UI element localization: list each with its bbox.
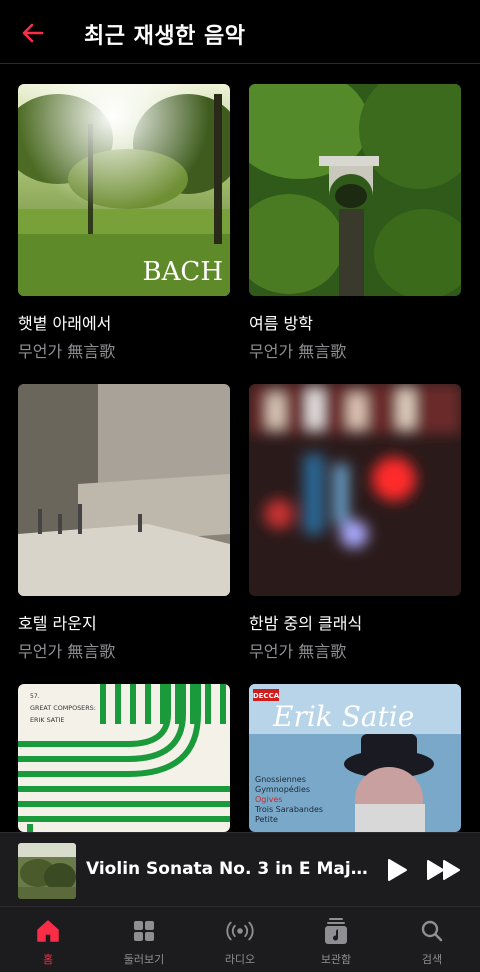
album-artwork[interactable] <box>18 384 230 596</box>
album-artist: 무언가 無言歌 <box>249 642 347 661</box>
album-art-text: BACH <box>143 257 223 287</box>
now-playing-artwork[interactable] <box>18 843 76 899</box>
search-icon <box>418 917 446 945</box>
browse-grid-icon <box>130 917 158 945</box>
album-artist: 무언가 無言歌 <box>18 642 116 661</box>
tab-bar: 홈 둘러보기 라디오 보관함 검색 <box>0 906 480 972</box>
album-card[interactable]: 한밤 중의 클래식 무언가 無言歌 <box>249 384 461 661</box>
album-art-composer: ERIK SATIE <box>30 716 64 724</box>
back-button[interactable] <box>18 18 48 48</box>
mini-player[interactable]: Violin Sonata No. 3 in E Major, BWV 1016 <box>0 832 480 906</box>
album-art-track: Trois Sarabandes <box>254 805 323 814</box>
album-art-track: Petite <box>255 815 278 824</box>
album-art-script: Erik Satie <box>272 700 414 733</box>
fast-forward-icon <box>427 860 460 880</box>
album-art-series: GREAT COMPOSERS: <box>30 704 96 712</box>
header-bar: 최근 재생한 음악 <box>0 0 480 64</box>
album-card[interactable]: 호텔 라운지 무언가 無言歌 <box>18 384 230 661</box>
next-track-button[interactable] <box>424 855 464 885</box>
tab-search[interactable]: 검색 <box>384 913 480 969</box>
tab-radio[interactable]: 라디오 <box>192 913 288 969</box>
radio-icon <box>226 917 254 945</box>
album-art-number: 57. <box>30 693 40 700</box>
album-artwork[interactable] <box>249 84 461 296</box>
tab-browse[interactable]: 둘러보기 <box>96 913 192 969</box>
back-arrow-icon <box>22 23 44 43</box>
album-artwork[interactable]: DECCA Erik Satie Gnossiennes Gymnopédies… <box>249 684 461 832</box>
album-artwork[interactable]: 57. GREAT COMPOSERS: ERIK SATIE <box>18 684 230 832</box>
tab-label: 홈 <box>42 953 54 966</box>
tab-home[interactable]: 홈 <box>0 913 96 969</box>
album-art-track: Gymnopédies <box>255 784 310 794</box>
album-artist: 무언가 無言歌 <box>249 342 347 361</box>
album-card[interactable]: BACH 햇볕 아래에서 무언가 無言歌 <box>18 84 230 361</box>
tab-label: 검색 <box>421 953 443 966</box>
tab-label: 보관함 <box>320 953 352 966</box>
album-card[interactable]: 여름 방학 무언가 無言歌 <box>249 84 461 361</box>
album-card[interactable]: DECCA Erik Satie Gnossiennes Gymnopédies… <box>249 684 461 832</box>
tab-label: 둘러보기 <box>123 953 165 966</box>
now-playing-title[interactable]: Violin Sonata No. 3 in E Major, BWV 1016 <box>86 859 374 879</box>
label-logo: DECCA <box>253 692 280 700</box>
album-artwork[interactable]: BACH <box>18 84 230 296</box>
album-title: 여름 방학 <box>249 314 313 333</box>
album-art-track: Gnossiennes <box>255 775 306 784</box>
album-art-track: Ogives <box>255 795 282 804</box>
home-icon <box>34 917 62 945</box>
page-title: 최근 재생한 음악 <box>84 24 246 49</box>
tab-label: 라디오 <box>224 953 256 966</box>
play-icon <box>388 859 407 881</box>
album-artwork[interactable] <box>249 384 461 596</box>
album-title: 호텔 라운지 <box>18 614 97 633</box>
album-card[interactable]: 57. GREAT COMPOSERS: ERIK SATIE <box>18 684 230 832</box>
play-button[interactable] <box>380 855 414 885</box>
album-artist: 무언가 無言歌 <box>18 342 116 361</box>
tab-library[interactable]: 보관함 <box>288 913 384 969</box>
album-title: 햇볕 아래에서 <box>18 314 112 333</box>
album-title: 한밤 중의 클래식 <box>249 614 363 633</box>
library-icon <box>322 917 350 945</box>
